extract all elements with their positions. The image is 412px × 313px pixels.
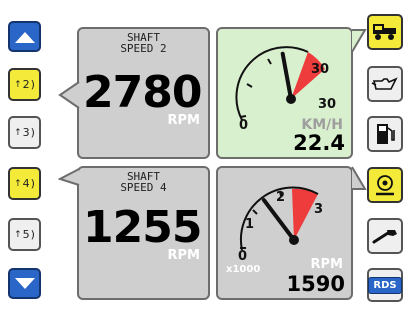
shaft-speed-2-panel[interactable]: SHAFT SPEED 2 2780 RPM <box>77 27 210 159</box>
scroll-up-button[interactable] <box>8 21 41 52</box>
scroll-down-button[interactable] <box>8 268 41 299</box>
gauge-hub <box>289 235 299 245</box>
panel-pointer <box>58 81 80 109</box>
gauge-scale-label: 30 <box>318 97 337 112</box>
gauge-tick-1: 1 <box>245 217 255 232</box>
panel-title-line2: SPEED 4 <box>120 181 167 194</box>
truck-button[interactable] <box>367 14 403 50</box>
wrench-icon <box>372 230 397 244</box>
shaft-speed-value: 2780 <box>83 67 202 118</box>
rds-button[interactable]: RDS <box>367 268 403 302</box>
service-button[interactable] <box>367 218 403 254</box>
arrow-up-icon <box>14 31 35 43</box>
arrow-icon: ↑ <box>14 229 22 240</box>
truck-icon <box>373 24 396 40</box>
gauge-shaft-icon <box>376 175 394 196</box>
fuel-pump-icon <box>377 124 395 144</box>
panel-pointer <box>351 29 367 53</box>
rotation-icon: ) <box>30 228 35 241</box>
rpm-unit-label: RPM <box>310 257 343 272</box>
shaft-gauge-button[interactable] <box>367 167 403 203</box>
gauge-needle <box>280 51 293 101</box>
oil-can-icon <box>371 77 398 90</box>
unit-label: RPM <box>167 248 200 263</box>
speed-gauge-panel[interactable]: 30 30 0 KM/H 22.4 <box>216 27 353 159</box>
rotation-icon: ) <box>30 177 35 190</box>
panel-pointer <box>58 168 80 186</box>
unit-label: RPM <box>167 113 200 128</box>
shaft-speed-value: 1255 <box>83 202 202 253</box>
gauge-tick-0: 0 <box>238 249 248 264</box>
gauge-min-label: 0 <box>239 118 249 133</box>
gauge-max-label: 30 <box>311 62 330 77</box>
shaft-speed-4-panel[interactable]: SHAFT SPEED 4 1255 RPM <box>77 166 210 300</box>
fuel-button[interactable] <box>367 116 403 152</box>
gauge-needle <box>261 198 296 242</box>
arrow-icon: ↑ <box>14 79 22 90</box>
rpm-gauge-panel[interactable]: 0 1 2 3 x1000 RPM 1590 <box>216 166 353 300</box>
speed-value: 22.4 <box>293 131 345 155</box>
rpm-multiplier-label: x1000 <box>226 264 261 275</box>
oil-button[interactable] <box>367 66 403 102</box>
shaft-2-button[interactable]: ↑ 2) <box>8 68 41 101</box>
arrow-icon: ↑ <box>14 127 22 138</box>
shaft-3-button[interactable]: ↑ 3) <box>8 116 41 149</box>
rotation-icon: ) <box>30 126 35 139</box>
arrow-down-icon <box>14 277 35 289</box>
panel-title-line2: SPEED 2 <box>120 42 167 55</box>
panel-pointer <box>351 166 367 190</box>
gauge-tick-2: 2 <box>276 190 286 205</box>
shaft-5-button[interactable]: ↑ 5) <box>8 218 41 251</box>
gauge-tick-3: 3 <box>314 202 324 217</box>
shaft-4-button[interactable]: ↑ 4) <box>8 167 41 200</box>
arrow-icon: ↑ <box>14 178 22 189</box>
rotation-icon: ) <box>30 78 35 91</box>
rpm-value: 1590 <box>286 272 345 296</box>
rds-icon: RDS <box>368 276 402 294</box>
gauge-hub <box>286 94 296 104</box>
